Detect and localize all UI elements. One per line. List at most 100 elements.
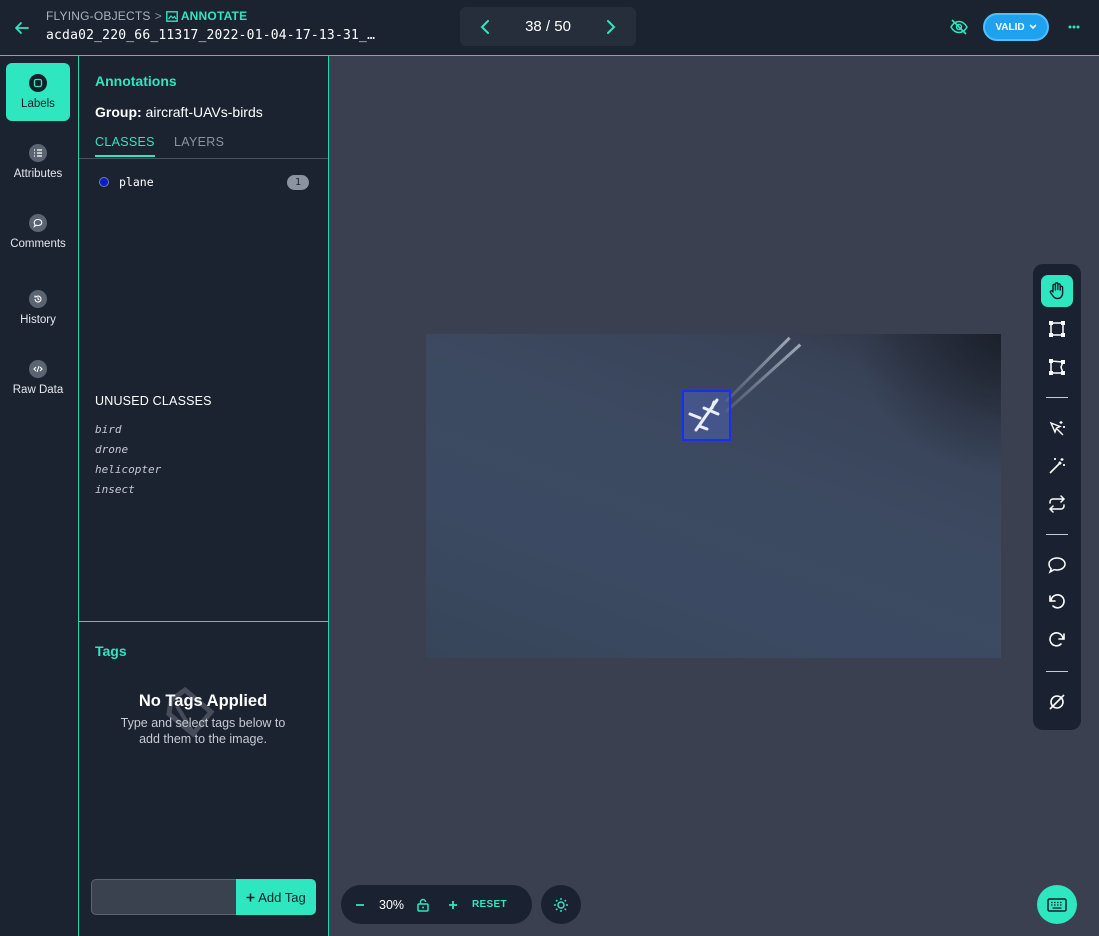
repeat-icon [1048, 495, 1066, 513]
tab-layers[interactable]: LAYERS [174, 135, 224, 149]
brightness-icon [554, 897, 568, 912]
hide-annotations-icon[interactable] [948, 16, 970, 38]
nav-item-attributes[interactable]: Attributes [6, 133, 70, 191]
polygon-tool-button[interactable] [1041, 351, 1073, 383]
class-name: plane [119, 175, 154, 189]
hide-icon [1049, 694, 1065, 710]
unused-classes-heading: UNUSED CLASSES [95, 394, 212, 408]
file-name: acda02_220_66_11317_2022-01-04-17-13-31_… [46, 28, 376, 43]
smart-select-icon [1049, 421, 1065, 436]
nav-label: History [20, 314, 56, 326]
breadcrumb: FLYING-OBJECTS > ANNOTATE [46, 9, 247, 23]
zoom-out-button[interactable] [355, 900, 365, 910]
plane-bounding-box[interactable] [682, 390, 731, 441]
unused-classes-list: bird drone helicopter insect [95, 422, 161, 502]
group-name: aircraft-UAVs-birds [145, 104, 263, 120]
contrail-shape [724, 336, 791, 403]
image-shadow [856, 334, 1001, 474]
bounding-box-tool-button[interactable] [1041, 313, 1073, 345]
tags-empty-hint-line2: add them to the image. [139, 732, 267, 746]
tags-empty-title: No Tags Applied [138, 692, 268, 710]
top-bar: FLYING-OBJECTS > ANNOTATE acda02_220_66_… [0, 0, 1099, 56]
group-label: Group: [95, 104, 142, 120]
panel-divider [79, 621, 328, 622]
tool-panel [1033, 264, 1081, 730]
more-options-icon[interactable] [1063, 16, 1085, 38]
panel-tabs: CLASSES LAYERS [79, 132, 328, 159]
status-dropdown[interactable]: VALID [983, 13, 1049, 41]
magic-wand-icon [1049, 458, 1065, 474]
list-icon [29, 144, 47, 162]
history-icon [29, 290, 47, 308]
comment-icon [29, 214, 47, 232]
smart-select-tool-button[interactable] [1041, 413, 1073, 445]
bounding-box-icon [1049, 321, 1065, 337]
zoom-controls: 30% RESET [341, 885, 532, 924]
unused-class-item[interactable]: bird [95, 422, 161, 442]
chevron-down-icon [1029, 24, 1037, 30]
class-item-plane[interactable]: plane 1 [95, 174, 309, 190]
redo-icon [1049, 632, 1065, 647]
unused-class-item[interactable]: drone [95, 442, 161, 462]
unused-class-item[interactable]: helicopter [95, 462, 161, 482]
keyboard-shortcuts-button[interactable] [1037, 885, 1077, 924]
toolbar-divider [1046, 671, 1068, 672]
hand-tool-button[interactable] [1041, 275, 1073, 307]
polygon-icon [1049, 359, 1065, 375]
contrail-shape [724, 343, 802, 413]
tag-input[interactable] [91, 879, 237, 915]
zoom-in-button[interactable] [448, 900, 458, 910]
toolbar-divider [1046, 534, 1068, 535]
back-arrow-icon[interactable] [10, 16, 34, 40]
zoom-lock-button[interactable] [416, 898, 430, 912]
class-color-dot [99, 177, 109, 187]
annotated-image[interactable] [426, 334, 1001, 658]
brightness-button[interactable] [541, 885, 581, 924]
nav-label: Comments [10, 238, 66, 250]
group-info: Group: aircraft-UAVs-birds [95, 104, 263, 120]
repeat-tool-button[interactable] [1041, 488, 1073, 520]
nav-item-history[interactable]: History [6, 279, 70, 337]
code-icon [29, 360, 47, 378]
airplane-icon [688, 398, 720, 432]
left-nav: Labels Attributes Comments History Raw D… [0, 56, 79, 936]
add-tag-button[interactable]: Add Tag [236, 879, 316, 915]
minus-icon [356, 903, 364, 906]
status-label: VALID [995, 21, 1025, 33]
nav-label: Attributes [13, 168, 63, 180]
magic-wand-tool-button[interactable] [1041, 450, 1073, 482]
undo-button[interactable] [1041, 586, 1073, 618]
breadcrumb-separator: > [154, 9, 162, 23]
nav-label: Raw Data [12, 384, 64, 396]
hide-tool-button[interactable] [1041, 686, 1073, 718]
tags-empty-hint: Type and select tags below to add them t… [103, 715, 303, 747]
hand-icon [1049, 282, 1064, 300]
next-image-button[interactable] [602, 18, 620, 36]
prev-image-button[interactable] [476, 18, 494, 36]
toolbar-divider [1046, 397, 1068, 398]
tab-classes[interactable]: CLASSES [95, 135, 155, 157]
comment-icon [1048, 557, 1066, 574]
annotations-panel: Annotations Group: aircraft-UAVs-birds C… [79, 56, 329, 936]
nav-item-raw-data[interactable]: Raw Data [6, 349, 70, 407]
nav-item-comments[interactable]: Comments [6, 203, 70, 261]
image-pager: 38 / 50 [460, 7, 636, 46]
tags-heading: Tags [95, 643, 127, 659]
plus-icon [246, 893, 255, 901]
breadcrumb-project[interactable]: FLYING-OBJECTS [46, 9, 151, 23]
pager-count: 38 / 50 [525, 18, 571, 35]
keyboard-icon [1047, 897, 1067, 912]
breadcrumb-mode: ANNOTATE [165, 9, 248, 23]
chevron-left-icon [480, 19, 489, 34]
zoom-level: 30% [379, 897, 405, 912]
add-tag-label: Add Tag [258, 889, 306, 905]
comment-tool-button[interactable] [1041, 549, 1073, 581]
nav-item-labels[interactable]: Labels [6, 63, 70, 121]
reset-zoom-button[interactable]: RESET [472, 899, 507, 910]
redo-button[interactable] [1041, 624, 1073, 656]
chevron-right-icon [607, 19, 616, 34]
nav-label: Labels [21, 98, 55, 110]
unused-class-item[interactable]: insect [95, 482, 161, 502]
breadcrumb-mode-label: ANNOTATE [180, 9, 248, 23]
undo-icon [1049, 594, 1065, 609]
